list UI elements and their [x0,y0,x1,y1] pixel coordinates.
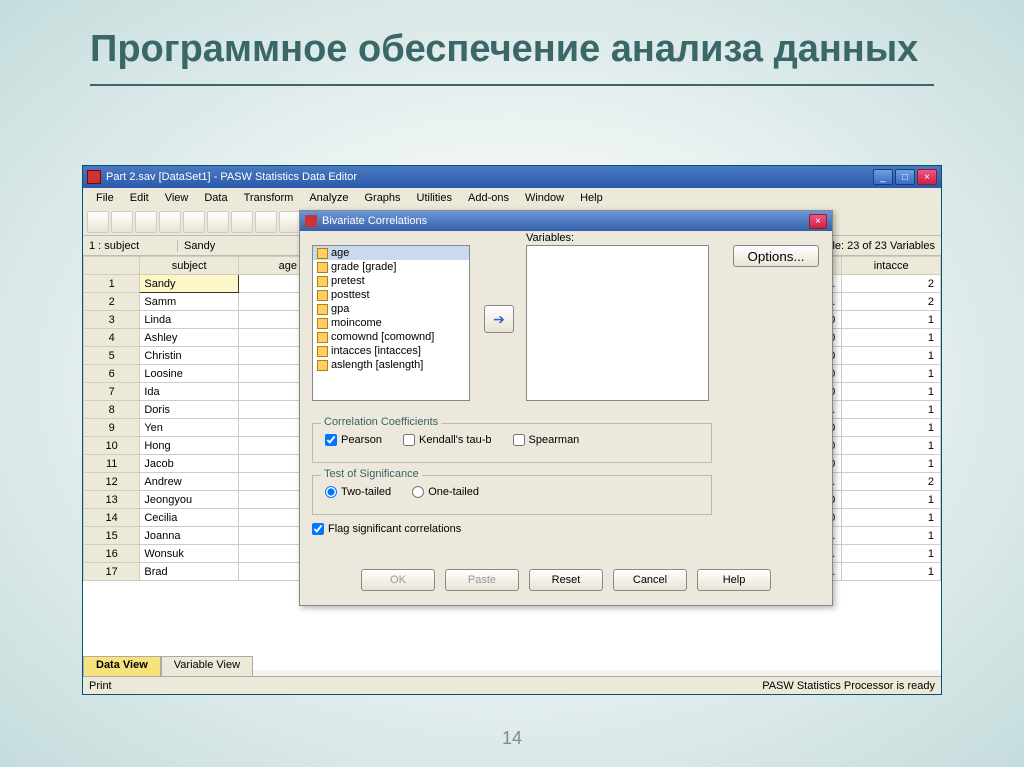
bivariate-dialog: Bivariate Correlations × agegrade [grade… [299,210,833,606]
statusbar: Print PASW Statistics Processor is ready [83,676,941,694]
toolbar-button[interactable] [231,211,253,233]
menu-data[interactable]: Data [197,191,234,205]
window-title: Part 2.sav [DataSet1] - PASW Statistics … [106,171,357,183]
menu-file[interactable]: File [89,191,121,205]
status-left: Print [89,680,112,692]
dialog-icon [305,215,317,227]
dialog-titlebar: Bivariate Correlations × [300,211,832,231]
dialog-close-button[interactable]: × [809,214,827,229]
move-variable-button[interactable]: ➔ [484,305,514,333]
variable-item[interactable]: age [313,246,469,260]
source-variable-list[interactable]: agegrade [grade]pretestposttestgpamoinco… [312,245,470,401]
view-tabs: Data View Variable View [83,656,941,676]
tab-data-view[interactable]: Data View [83,656,161,676]
slide-number: 14 [502,728,522,749]
titlebar: Part 2.sav [DataSet1] - PASW Statistics … [83,166,941,188]
slide-title: Программное обеспечение анализа данных [0,0,1024,78]
correlation-coefficients-group: Correlation Coefficients Pearson Kendall… [312,423,712,463]
menu-view[interactable]: View [158,191,196,205]
menu-transform[interactable]: Transform [237,191,301,205]
menu-edit[interactable]: Edit [123,191,156,205]
toolbar-button[interactable] [111,211,133,233]
spearman-checkbox[interactable]: Spearman [513,434,580,446]
flag-significant-checkbox[interactable]: Flag significant correlations [312,523,461,535]
dialog-title: Bivariate Correlations [322,215,427,227]
cancel-button[interactable]: Cancel [613,569,687,591]
ok-button[interactable]: OK [361,569,435,591]
variable-item[interactable]: comownd [comownd] [313,330,469,344]
menu-analyze[interactable]: Analyze [302,191,355,205]
app-icon [87,170,101,184]
pearson-checkbox[interactable]: Pearson [325,434,382,446]
menu-help[interactable]: Help [573,191,610,205]
menu-utilities[interactable]: Utilities [410,191,459,205]
menu-graphs[interactable]: Graphs [357,191,407,205]
toolbar-button[interactable] [279,211,301,233]
status-right: PASW Statistics Processor is ready [762,680,935,692]
reset-button[interactable]: Reset [529,569,603,591]
menu-window[interactable]: Window [518,191,571,205]
minimize-button[interactable]: _ [873,169,893,185]
help-button[interactable]: Help [697,569,771,591]
variable-item[interactable]: aslength [aslength] [313,358,469,372]
variables-label: Variables: [526,232,574,244]
maximize-button[interactable]: □ [895,169,915,185]
kendall-checkbox[interactable]: Kendall's tau-b [403,434,491,446]
group-label: Correlation Coefficients [321,416,441,428]
group-label: Test of Significance [321,468,422,480]
tab-variable-view[interactable]: Variable View [161,656,253,676]
options-button[interactable]: Options... [733,245,819,267]
menu-addons[interactable]: Add-ons [461,191,516,205]
variable-item[interactable]: gpa [313,302,469,316]
toolbar-button[interactable] [207,211,229,233]
toolbar-button[interactable] [255,211,277,233]
significance-group: Test of Significance Two-tailed One-tail… [312,475,712,515]
variable-item[interactable]: intacces [intacces] [313,344,469,358]
menubar: File Edit View Data Transform Analyze Gr… [83,188,941,208]
toolbar-button[interactable] [159,211,181,233]
title-underline [90,84,934,86]
close-button[interactable]: × [917,169,937,185]
variable-item[interactable]: grade [grade] [313,260,469,274]
cell-ref: 1 : subject [83,240,178,252]
variable-item[interactable]: posttest [313,288,469,302]
toolbar-button[interactable] [135,211,157,233]
target-variables-list[interactable] [526,245,709,401]
two-tailed-radio[interactable]: Two-tailed [325,486,391,498]
variable-item[interactable]: pretest [313,274,469,288]
dialog-button-row: OK Paste Reset Cancel Help [300,569,832,591]
toolbar-button[interactable] [87,211,109,233]
paste-button[interactable]: Paste [445,569,519,591]
toolbar-button[interactable] [183,211,205,233]
variable-item[interactable]: moincome [313,316,469,330]
one-tailed-radio[interactable]: One-tailed [412,486,479,498]
